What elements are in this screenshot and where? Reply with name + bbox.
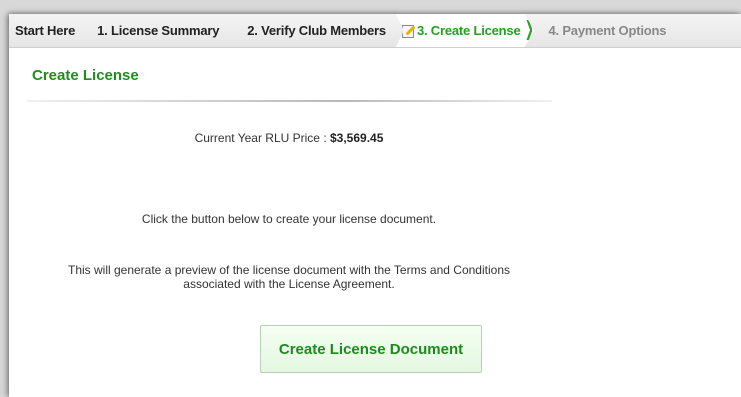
chevron-right-icon xyxy=(526,20,532,40)
instruction-text: Click the button below to create your li… xyxy=(141,212,437,226)
title-divider xyxy=(27,100,552,102)
page-title: Create License xyxy=(32,67,139,84)
app-window: Start Here 1. License Summary 2. Verify … xyxy=(9,14,741,397)
edit-document-icon xyxy=(402,24,414,37)
wizard-tab-bar: Start Here 1. License Summary 2. Verify … xyxy=(9,14,741,48)
rlu-price-value: $3,569.45 xyxy=(330,131,384,145)
tab-create-license-label: 3. Create License xyxy=(416,23,521,38)
preview-description-line-1: This will generate a preview of the lice… xyxy=(67,263,510,277)
rlu-price-line: Current Year RLU Price : $3,569.45 xyxy=(9,131,569,145)
rlu-price-label: Current Year RLU Price : xyxy=(194,131,330,145)
preview-description: This will generate a preview of the lice… xyxy=(9,263,569,291)
tab-license-summary[interactable]: 1. License Summary xyxy=(89,14,239,47)
tab-start-here[interactable]: Start Here xyxy=(9,14,89,47)
tab-verify-club-members[interactable]: 2. Verify Club Members xyxy=(239,14,396,47)
tab-create-license[interactable]: 3. Create License xyxy=(396,14,535,47)
tab-payment-options[interactable]: 4. Payment Options xyxy=(534,14,674,47)
create-license-document-button[interactable]: Create License Document xyxy=(260,325,482,373)
preview-description-line-2: associated with the License Agreement. xyxy=(183,277,395,291)
